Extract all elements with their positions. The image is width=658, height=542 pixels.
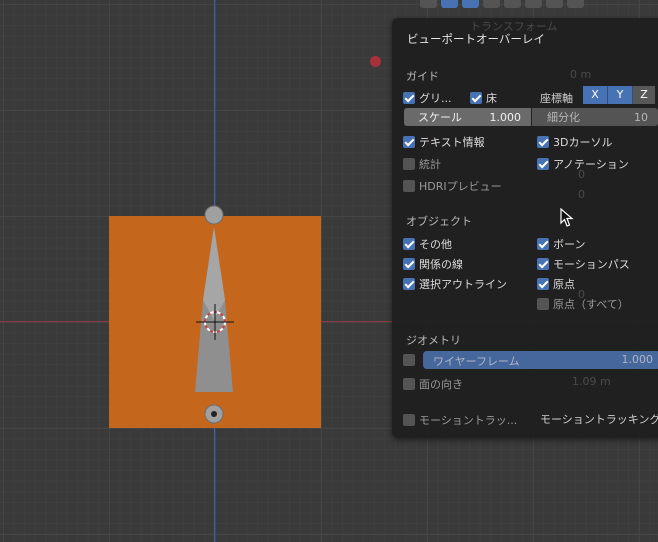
annotations-checkbox[interactable]: アノテーション	[537, 156, 629, 172]
rendered-shading-icon[interactable]	[567, 0, 584, 8]
overlay-dropdown-icon[interactable]	[462, 0, 479, 8]
scale-value: 1.000	[489, 110, 522, 124]
xray-icon[interactable]	[483, 0, 500, 8]
wireframe-threshold-slider[interactable]: ワイヤーフレーム 1.000	[423, 351, 658, 369]
outline-selected-checkbox[interactable]: 選択アウトライン	[403, 276, 507, 292]
3d-cursor-icon[interactable]	[196, 304, 234, 342]
extras-label: その他	[419, 238, 452, 251]
statistics-label: 統計	[419, 158, 441, 171]
wireframe-value: 1.000	[621, 353, 654, 366]
bones-checkbox[interactable]: ボーン	[537, 236, 585, 252]
origins-all-label: 原点（すべて）	[553, 298, 629, 311]
face-orientation-label: 面の向き	[419, 378, 463, 391]
motion-tracking-dropdown[interactable]: モーショントラッキング	[540, 411, 658, 427]
relationship-lines-checkbox[interactable]: 関係の線	[403, 256, 463, 272]
checkbox-unchecked-icon	[537, 298, 549, 310]
section-geometry-heading: ジオメトリ	[406, 334, 461, 347]
checkbox-unchecked-icon	[403, 414, 415, 426]
checkbox-checked-icon	[403, 278, 415, 290]
checkbox-checked-icon	[403, 92, 415, 104]
header-toolbar	[420, 0, 584, 8]
checkbox-checked-icon	[537, 238, 549, 250]
shading-icon[interactable]	[420, 0, 437, 8]
wireframe-label: ワイヤーフレーム	[433, 355, 520, 368]
checkbox-checked-icon	[403, 258, 415, 270]
checkbox-unchecked-icon	[403, 158, 415, 170]
text-info-checkbox[interactable]: テキスト情報	[403, 134, 485, 150]
hdri-preview-label: HDRIプレビュー	[419, 180, 502, 193]
ghost-zero: 0	[578, 188, 585, 201]
motion-paths-label: モーションパス	[553, 258, 630, 271]
axis-x-toggle[interactable]: X	[583, 86, 608, 104]
checkbox-checked-icon	[470, 92, 482, 104]
origins-checkbox[interactable]: 原点	[537, 276, 575, 292]
light-object-dot[interactable]	[370, 56, 381, 67]
checkbox-unchecked-icon	[403, 378, 415, 390]
wireframe-shading-icon[interactable]	[504, 0, 521, 8]
ghost-unit: 1.09 m	[572, 375, 611, 388]
axis-z-toggle[interactable]: Z	[633, 86, 655, 104]
grid-scale-field[interactable]: スケール 1.000	[404, 108, 531, 126]
checkbox-checked-icon	[537, 258, 549, 270]
checkbox-checked-icon	[403, 136, 415, 148]
axes-label: 座標軸	[540, 92, 573, 105]
material-shading-icon[interactable]	[546, 0, 563, 8]
checkbox-unchecked-icon	[403, 180, 415, 192]
axes-toggle-group: X Y Z	[583, 86, 655, 104]
floor-checkbox[interactable]: 床	[470, 90, 497, 106]
section-guides-heading: ガイド	[406, 70, 439, 83]
grid-subdivisions-field[interactable]: 細分化 10	[532, 108, 658, 126]
grid-label: グリ...	[419, 92, 452, 105]
mouse-pointer-icon	[560, 208, 574, 227]
face-orientation-checkbox[interactable]: 面の向き	[403, 376, 463, 392]
subdivisions-value: 10	[634, 110, 648, 124]
annotations-label: アノテーション	[553, 158, 629, 171]
origins-label: 原点	[553, 278, 575, 291]
solid-shading-icon[interactable]	[525, 0, 542, 8]
text-info-label: テキスト情報	[419, 136, 485, 149]
checkbox-unchecked-icon	[403, 354, 415, 366]
ghost-unit: 0 m	[570, 68, 592, 81]
checkbox-checked-icon	[537, 278, 549, 290]
wireframe-checkbox[interactable]	[403, 354, 419, 366]
relationship-lines-label: 関係の線	[419, 258, 463, 271]
extras-checkbox[interactable]: その他	[403, 236, 452, 252]
checkbox-checked-icon	[537, 158, 549, 170]
grid-checkbox[interactable]: グリ...	[403, 90, 452, 106]
section-objects-heading: オブジェクト	[406, 215, 472, 228]
origins-all-checkbox[interactable]: 原点（すべて）	[537, 296, 629, 312]
viewport-overlays-popover: トランスフォーム 0 m 0 0 0 1.09 m ビューポートオーバーレイ ガ…	[392, 18, 658, 438]
floor-label: 床	[486, 92, 497, 105]
checkbox-checked-icon	[537, 136, 549, 148]
outline-selected-label: 選択アウトライン	[419, 278, 507, 291]
overlay-toggle-icon[interactable]	[441, 0, 458, 8]
3d-cursor-checkbox[interactable]: 3Dカーソル	[537, 134, 612, 150]
subdivisions-label: 細分化	[547, 111, 580, 124]
checkbox-checked-icon	[403, 238, 415, 250]
motion-tracking-checkbox[interactable]: モーショントラッ...	[403, 412, 517, 428]
hdri-preview-checkbox[interactable]: HDRIプレビュー	[403, 178, 502, 194]
3d-cursor-label: 3Dカーソル	[553, 136, 613, 149]
axis-y-toggle[interactable]: Y	[608, 86, 633, 104]
popover-title: ビューポートオーバーレイ	[407, 32, 545, 46]
motion-paths-checkbox[interactable]: モーションパス	[537, 256, 630, 272]
bones-label: ボーン	[553, 238, 586, 251]
statistics-checkbox[interactable]: 統計	[403, 156, 441, 172]
scale-label: スケール	[418, 111, 462, 124]
motion-tracking-label: モーショントラッ...	[419, 414, 518, 427]
